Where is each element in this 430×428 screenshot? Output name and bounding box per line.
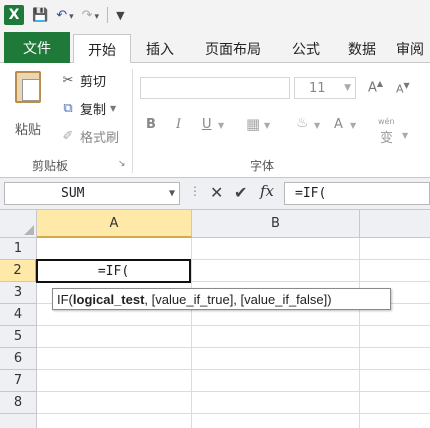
name-box-value: SUM: [61, 186, 85, 201]
group-divider: [132, 69, 133, 173]
function-tooltip: IF(logical_test, [value_if_true], [value…: [52, 288, 391, 310]
redo-icon[interactable]: ↷ ▾: [82, 8, 99, 23]
phonetic-top-text: wén: [378, 117, 395, 126]
ribbon-home: 粘贴 ✂ 剪切 ⧉ 复制 ▼ ✐ 格式刷 剪贴板 ↘ 11 ▼ A▲ A▼ B …: [0, 63, 430, 178]
save-icon[interactable]: 💾: [32, 8, 48, 23]
copy-icon: ⧉: [63, 101, 73, 116]
font-size-value: 11: [309, 80, 326, 96]
paste-icon: [15, 71, 41, 103]
clipboard-dialog-launcher-icon[interactable]: ↘: [118, 159, 126, 169]
column-header-a[interactable]: A: [37, 210, 192, 238]
cancel-icon[interactable]: ✕: [210, 183, 223, 202]
cut-label: 剪切: [80, 75, 107, 90]
customize-toolbar-icon[interactable]: ▼: [116, 9, 124, 22]
enter-check-icon[interactable]: ✔: [234, 183, 247, 202]
spreadsheet-grid: A B 1 2 3 4 5 6 7 8 =IF( IF(logical_test…: [0, 210, 430, 428]
formula-input[interactable]: =IF(: [284, 182, 430, 205]
font-name-dropdown[interactable]: [140, 77, 290, 99]
borders-dropdown-icon[interactable]: ▼: [264, 121, 270, 130]
copy-button[interactable]: ⧉ 复制 ▼: [60, 99, 116, 118]
font-group-label: 字体: [250, 159, 275, 173]
formula-input-value: =IF(: [295, 186, 327, 201]
format-painter-icon: ✐: [62, 129, 74, 144]
row-header-6[interactable]: 6: [0, 348, 37, 370]
tab-formulas[interactable]: 公式: [284, 34, 328, 63]
font-color-dropdown-icon[interactable]: ▼: [350, 121, 356, 130]
grow-font-icon: A: [368, 80, 377, 96]
underline-button[interactable]: U: [202, 117, 212, 132]
format-painter-button[interactable]: ✐ 格式刷: [60, 127, 119, 146]
tab-file[interactable]: 文件: [4, 32, 70, 63]
fill-color-icon[interactable]: ♨: [296, 115, 309, 131]
phonetic-guide-icon[interactable]: 变: [380, 127, 393, 146]
undo-icon[interactable]: ↶ ▾: [56, 8, 73, 23]
chevron-down-icon[interactable]: ▼: [169, 188, 175, 199]
gridline: [37, 413, 430, 414]
paste-label: 粘贴: [14, 123, 41, 138]
row-header-8[interactable]: 8: [0, 392, 37, 414]
gridline: [37, 325, 430, 326]
column-header-b[interactable]: B: [192, 210, 360, 238]
column-header-c[interactable]: [360, 210, 430, 238]
tab-data[interactable]: 数据: [340, 34, 384, 63]
tooltip-prefix: IF(: [57, 291, 73, 307]
cut-button[interactable]: ✂ 剪切: [60, 71, 106, 90]
row-header-2[interactable]: 2: [0, 260, 37, 282]
row-header-5[interactable]: 5: [0, 326, 37, 348]
row-header-4[interactable]: 4: [0, 304, 37, 326]
toolbar-divider: [107, 7, 109, 23]
copy-dropdown-icon[interactable]: ▼: [110, 104, 116, 113]
tab-insert[interactable]: 插入: [138, 34, 182, 63]
excel-logo-icon[interactable]: X: [4, 5, 24, 25]
select-all-button[interactable]: [0, 210, 37, 238]
row-header-7[interactable]: 7: [0, 370, 37, 392]
copy-label: 复制: [80, 103, 107, 118]
gridline: [191, 238, 192, 428]
gridline: [37, 369, 430, 370]
row-header-1[interactable]: 1: [0, 238, 37, 260]
borders-icon[interactable]: ▦: [246, 115, 260, 133]
italic-button[interactable]: I: [176, 117, 181, 132]
tab-page-layout[interactable]: 页面布局: [196, 34, 270, 63]
shrink-font-button[interactable]: A▼: [396, 81, 410, 96]
clipboard-group-label: 剪贴板: [32, 159, 69, 173]
gridline: [37, 391, 430, 392]
tab-home[interactable]: 开始: [73, 34, 131, 64]
chevron-down-icon: ▼: [344, 83, 351, 93]
fill-color-dropdown-icon[interactable]: ▼: [314, 121, 320, 130]
shrink-font-icon: A: [396, 82, 404, 96]
ribbon-tabs: 文件 开始 插入 页面布局 公式 数据 审阅: [0, 30, 430, 64]
grow-font-button[interactable]: A▲: [368, 79, 383, 95]
tooltip-current-arg[interactable]: logical_test: [73, 292, 145, 307]
gridline: [359, 238, 360, 428]
font-color-icon[interactable]: A: [334, 117, 343, 132]
row-header-9[interactable]: [0, 414, 37, 428]
formula-bar-grip-icon[interactable]: ⋮: [189, 184, 201, 198]
bold-button[interactable]: B: [146, 117, 156, 132]
name-box[interactable]: SUM ▼: [4, 182, 180, 205]
active-cell-a2[interactable]: =IF(: [36, 259, 191, 283]
insert-function-icon[interactable]: fx: [260, 182, 274, 200]
formula-bar: SUM ▼ ⋮ ✕ ✔ fx =IF(: [0, 178, 430, 210]
gridline: [37, 347, 430, 348]
row-header-3[interactable]: 3: [0, 282, 37, 304]
phonetic-dropdown-icon[interactable]: ▼: [402, 131, 408, 140]
font-size-dropdown[interactable]: 11 ▼: [294, 77, 356, 99]
paste-button[interactable]: 粘贴: [8, 71, 48, 138]
underline-dropdown-icon[interactable]: ▼: [218, 121, 224, 130]
tab-review[interactable]: 审阅: [396, 34, 430, 63]
format-painter-label: 格式刷: [80, 131, 120, 146]
tooltip-rest: , [value_if_true], [value_if_false]): [144, 291, 332, 307]
scissors-icon: ✂: [62, 73, 74, 88]
quick-access-toolbar: X 💾 ↶ ▾ ↷ ▾ ▼: [0, 0, 430, 30]
